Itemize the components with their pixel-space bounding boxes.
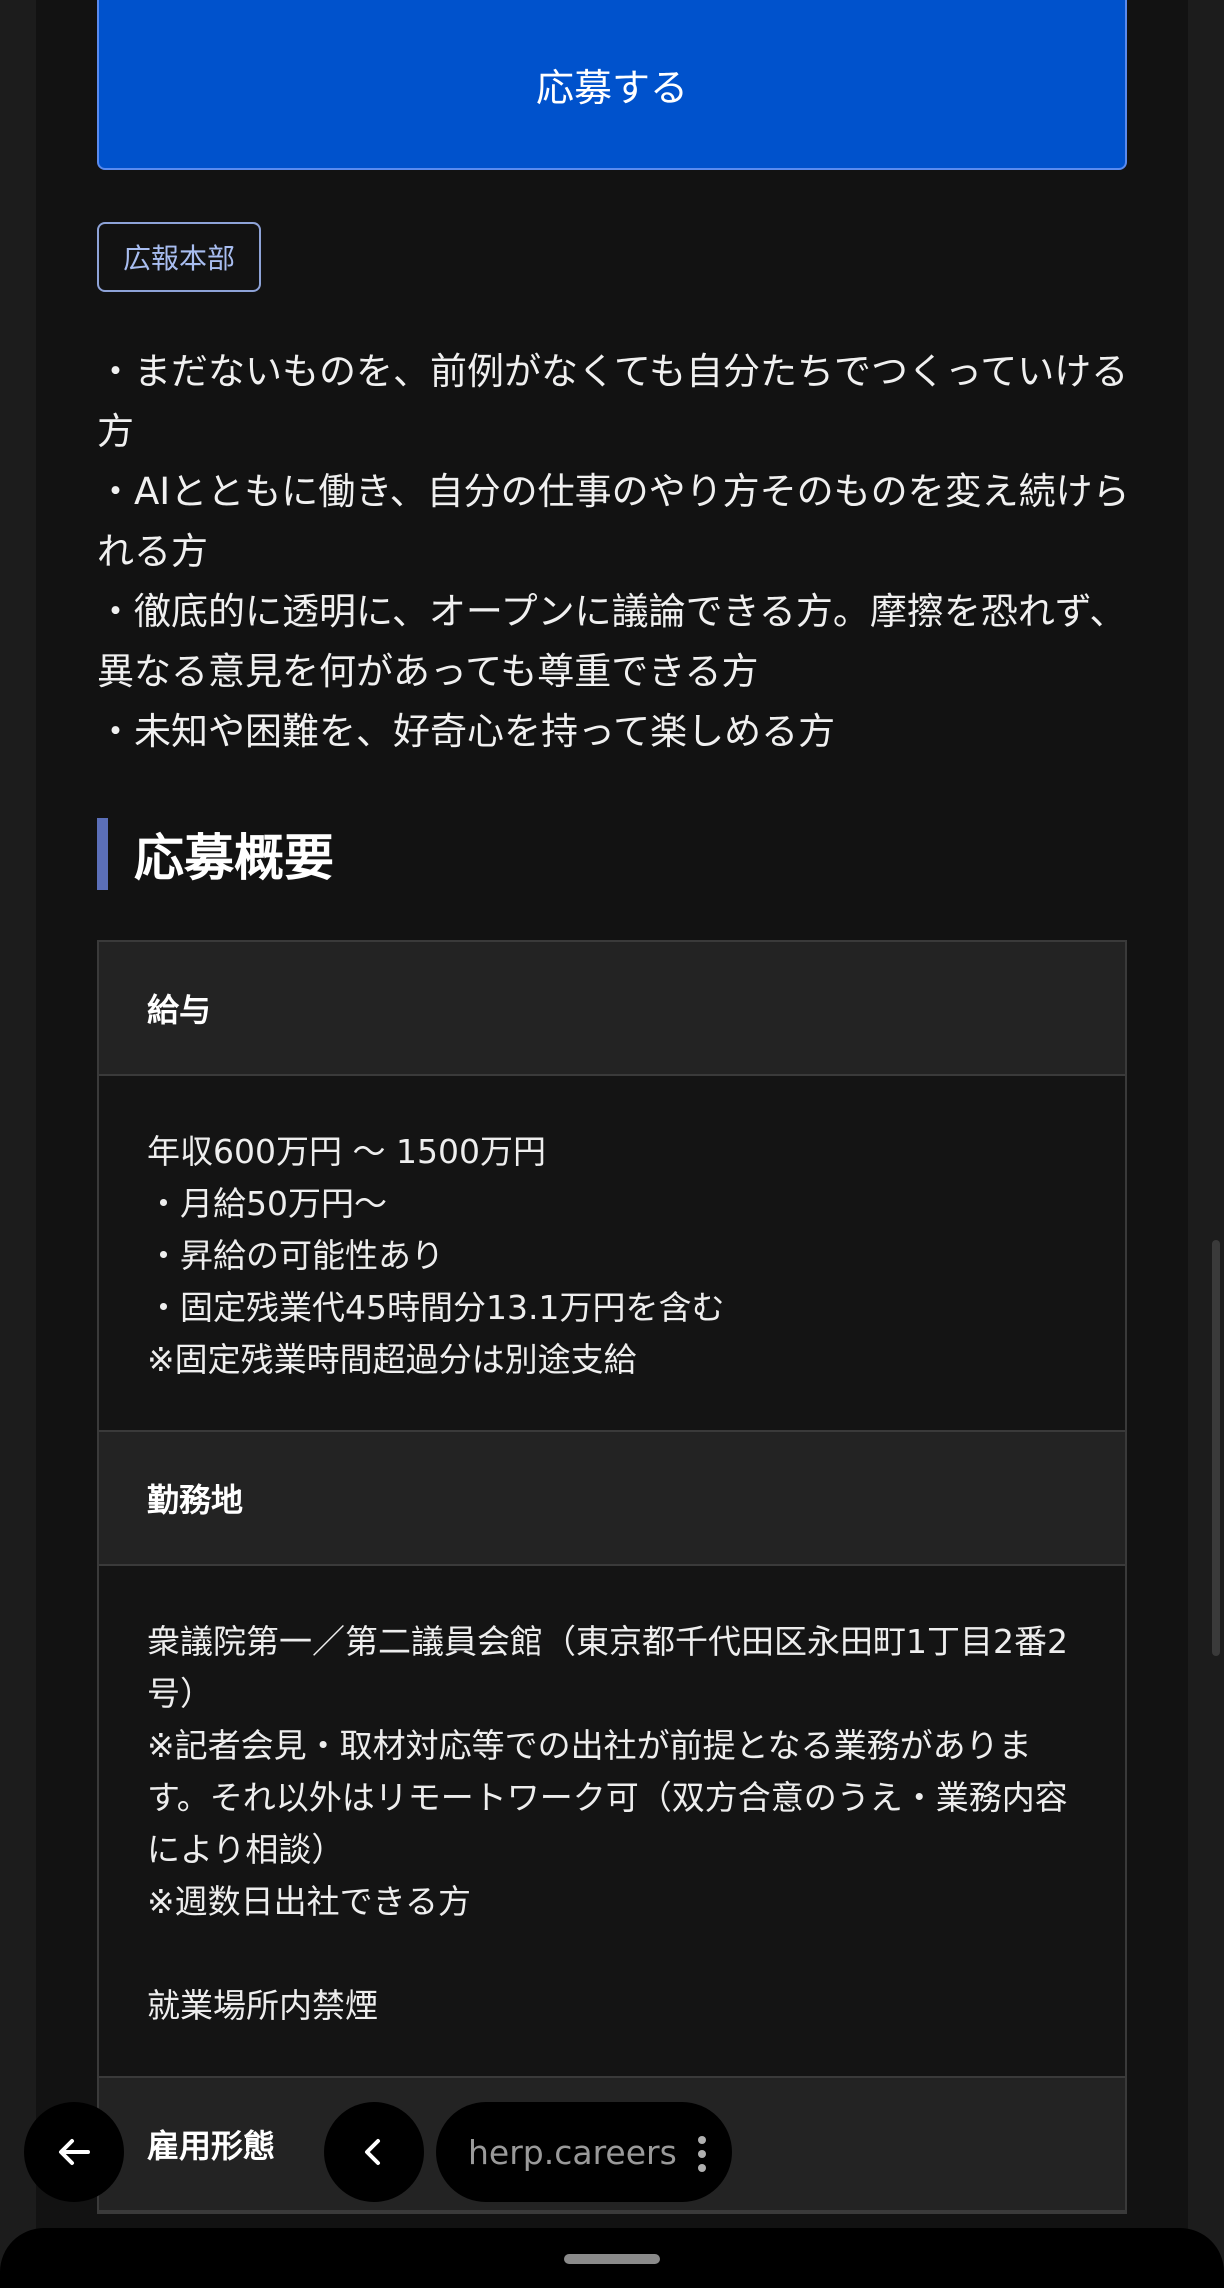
- section-accent-bar: [97, 818, 108, 890]
- requirement-item: ・未知や困難を、好奇心を持って楽しめる方: [97, 710, 836, 753]
- chevron-left-icon: [365, 2139, 380, 2165]
- location-line: ※記者会見・取材対応等での出社が前提となる業務があります。それ以外はリモートワー…: [147, 1726, 1068, 1869]
- location-line: ※週数日出社できる方: [147, 1882, 471, 1921]
- requirement-item: ・徹底的に透明に、オープンに議論できる方。摩擦を恐れず、異なる意見を何があっても…: [97, 590, 1127, 693]
- salary-line: ※固定残業時間超過分は別途支給: [147, 1340, 637, 1379]
- location-blank-line: [147, 1928, 1077, 1980]
- salary-body: 年収600万円 〜 1500万円 ・月給50万円〜 ・昇給の可能性あり ・固定残…: [99, 1076, 1125, 1432]
- salary-heading: 給与: [99, 942, 1125, 1076]
- location-line: 衆議院第一／第二議員会館（東京都千代田区永田町1丁目2番2号）: [147, 1622, 1068, 1713]
- url-bar[interactable]: herp.careers: [436, 2102, 732, 2202]
- arrow-left-icon: [59, 2139, 90, 2165]
- requirement-item: ・AIとともに働き、自分の仕事のやり方そのものを変え続けられる方: [97, 470, 1130, 573]
- requirements-list: ・まだないものを、前例がなくても自分たちでつくっていける方 ・AIとともに働き、…: [97, 342, 1137, 762]
- apply-button-label: 応募する: [535, 65, 688, 110]
- more-vertical-icon[interactable]: [698, 2136, 706, 2172]
- scrollbar-thumb[interactable]: [1212, 1240, 1220, 1656]
- home-indicator[interactable]: [564, 2254, 660, 2264]
- section-heading-summary: 応募概要: [97, 818, 334, 890]
- salary-line: ・昇給の可能性あり: [147, 1236, 444, 1275]
- salary-line: ・月給50万円〜: [147, 1184, 387, 1223]
- apply-button[interactable]: 応募する: [97, 0, 1127, 170]
- previous-button[interactable]: [324, 2102, 424, 2202]
- summary-table: 給与 年収600万円 〜 1500万円 ・月給50万円〜 ・昇給の可能性あり ・…: [97, 940, 1127, 2214]
- location-line: 就業場所内禁煙: [147, 1986, 378, 2025]
- back-button[interactable]: [24, 2102, 124, 2202]
- section-heading-text: 応募概要: [134, 829, 334, 887]
- location-heading: 勤務地: [99, 1432, 1125, 1566]
- salary-line: 年収600万円 〜 1500万円: [147, 1132, 546, 1171]
- location-body: 衆議院第一／第二議員会館（東京都千代田区永田町1丁目2番2号） ※記者会見・取材…: [99, 1566, 1125, 2078]
- salary-line: ・固定残業代45時間分13.1万円を含む: [147, 1288, 725, 1327]
- requirement-item: ・まだないものを、前例がなくても自分たちでつくっていける方: [97, 350, 1129, 453]
- url-text: herp.careers: [468, 2132, 677, 2172]
- department-badge: 広報本部: [97, 222, 262, 292]
